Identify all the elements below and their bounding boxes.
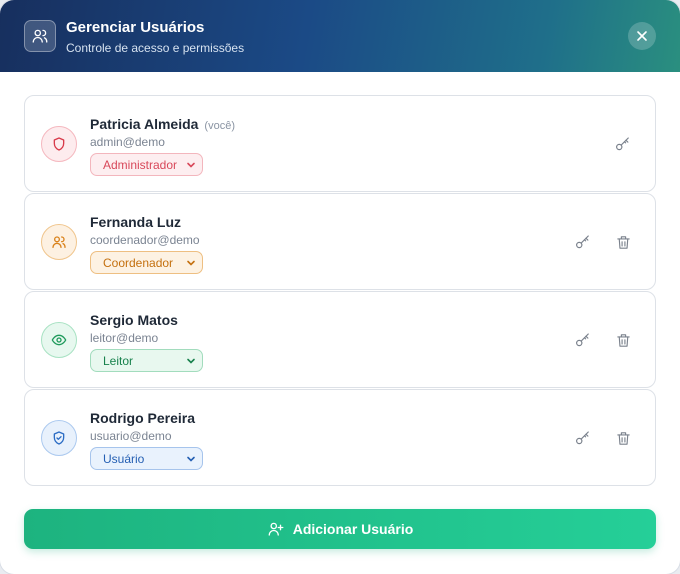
modal-title: Gerenciar Usuários	[66, 19, 205, 36]
key-icon	[576, 333, 589, 347]
shield-check-icon	[41, 420, 77, 456]
delete-user-button[interactable]	[613, 330, 633, 350]
users-icon	[24, 20, 56, 52]
chevron-down-icon	[187, 162, 195, 168]
role-select-value: Usuário	[103, 451, 145, 466]
add-user-label: Adicionar Usuário	[292, 521, 414, 537]
reset-password-button[interactable]	[573, 232, 593, 252]
reset-password-button[interactable]	[613, 134, 633, 154]
user-name: Fernanda Luz	[90, 214, 182, 230]
delete-user-button[interactable]	[613, 428, 633, 448]
role-select-value: Administrador	[103, 157, 178, 172]
eye-icon	[41, 322, 77, 358]
user-card: Rodrigo Pereira usuario@demo Usuário	[24, 389, 656, 486]
chevron-down-icon	[187, 260, 195, 266]
key-icon	[576, 431, 589, 445]
role-select[interactable]: Coordenador	[90, 251, 203, 274]
role-select[interactable]: Usuário	[90, 447, 203, 470]
user-name: Patricia Almeida (você)	[90, 116, 235, 132]
user-name: Sergio Matos	[90, 312, 178, 328]
user-name: Rodrigo Pereira	[90, 410, 196, 426]
current-user-badge: (você)	[204, 120, 235, 132]
delete-user-button[interactable]	[613, 232, 633, 252]
user-management-modal: Gerenciar Usuários Controle de acesso e …	[0, 0, 680, 574]
user-card: Patricia Almeida (você) admin@demo Admini…	[24, 95, 656, 192]
trash-icon	[616, 333, 630, 347]
reset-password-button[interactable]	[573, 330, 593, 350]
add-user-button[interactable]: Adicionar Usuário	[24, 509, 656, 549]
user-email: admin@demo	[90, 135, 165, 149]
shield-icon	[41, 126, 77, 162]
close-button[interactable]	[628, 22, 656, 50]
key-icon	[616, 137, 629, 151]
role-select[interactable]: Leitor	[90, 349, 203, 372]
trash-icon	[616, 235, 630, 249]
user-list: Patricia Almeida (você) admin@demo Admini…	[24, 95, 656, 487]
trash-icon	[616, 431, 630, 445]
key-icon	[576, 235, 589, 249]
modal-subtitle: Controle de acesso e permissões	[66, 41, 245, 55]
user-email: usuario@demo	[90, 429, 172, 443]
role-select-value: Coordenador	[103, 255, 174, 270]
user-email: leitor@demo	[90, 331, 159, 345]
role-select-value: Leitor	[103, 353, 134, 368]
user-card: Fernanda Luz coordenador@demo Coordenado…	[24, 193, 656, 290]
close-icon	[637, 31, 647, 41]
chevron-down-icon	[187, 456, 195, 462]
user-card: Sergio Matos leitor@demo Leitor	[24, 291, 656, 388]
user-plus-icon	[267, 520, 285, 538]
reset-password-button[interactable]	[573, 428, 593, 448]
role-select[interactable]: Administrador	[90, 153, 203, 176]
chevron-down-icon	[187, 358, 195, 364]
users-icon	[41, 224, 77, 260]
user-email: coordenador@demo	[90, 233, 200, 247]
modal-header: Gerenciar Usuários Controle de acesso e …	[0, 0, 680, 72]
